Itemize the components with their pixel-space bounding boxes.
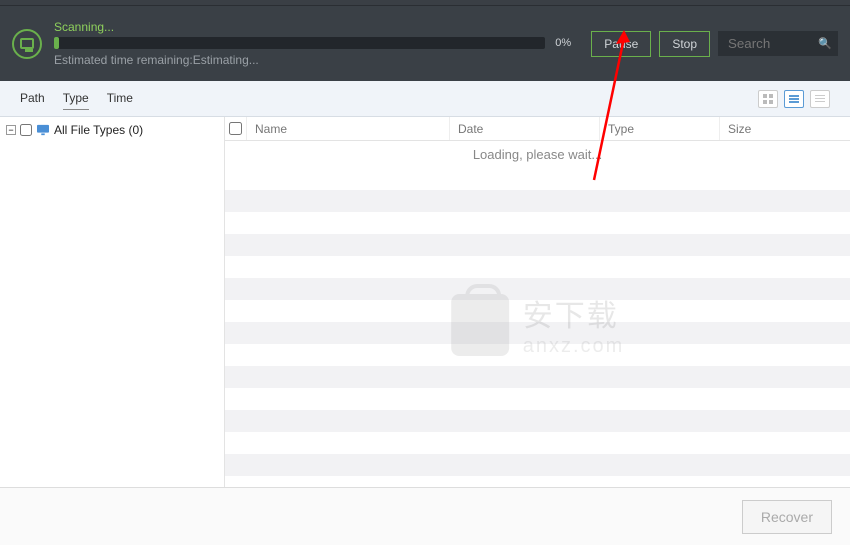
tree-root-item[interactable]: − All File Types (0): [6, 121, 218, 139]
grid-icon: [762, 93, 774, 105]
table-body: Loading, please wait... 安下载 anxz.com: [225, 141, 850, 487]
tree-root-label: All File Types (0): [54, 123, 143, 137]
tab-path[interactable]: Path: [20, 87, 45, 110]
table-header: Name Date Type Size: [225, 117, 850, 141]
recover-button[interactable]: Recover: [742, 500, 832, 534]
view-compact-button[interactable]: [810, 90, 830, 108]
compact-icon: [814, 93, 826, 105]
progress-bar: [54, 37, 545, 49]
content-area: − All File Types (0) Name Date Type Size…: [0, 117, 850, 487]
progress-percent: 0%: [555, 37, 579, 49]
tab-type[interactable]: Type: [63, 87, 89, 110]
monitor-small-icon: [36, 124, 50, 136]
select-all-checkbox[interactable]: [229, 122, 242, 135]
pause-button[interactable]: Pause: [591, 31, 651, 57]
list-icon: [788, 93, 800, 105]
tree-collapse-icon[interactable]: −: [6, 125, 16, 135]
scan-status-text: Scanning...: [54, 20, 579, 34]
footer-bar: Recover: [0, 487, 850, 545]
stop-button[interactable]: Stop: [659, 31, 710, 57]
column-name[interactable]: Name: [247, 117, 450, 140]
search-input[interactable]: [718, 31, 838, 56]
tabs-bar: Path Type Time: [0, 81, 850, 117]
column-size[interactable]: Size: [720, 117, 850, 140]
scan-eta-text: Estimated time remaining:Estimating...: [54, 53, 579, 67]
scan-panel: Scanning... 0% Estimated time remaining:…: [0, 6, 850, 81]
tree-pane: − All File Types (0): [0, 117, 225, 487]
monitor-icon: [12, 29, 42, 59]
loading-text: Loading, please wait...: [225, 141, 850, 168]
view-grid-button[interactable]: [758, 90, 778, 108]
column-type[interactable]: Type: [600, 117, 720, 140]
tab-time[interactable]: Time: [107, 87, 133, 110]
table-pane: Name Date Type Size Loading, please wait…: [225, 117, 850, 487]
view-list-button[interactable]: [784, 90, 804, 108]
column-date[interactable]: Date: [450, 117, 600, 140]
tree-root-checkbox[interactable]: [20, 124, 32, 136]
